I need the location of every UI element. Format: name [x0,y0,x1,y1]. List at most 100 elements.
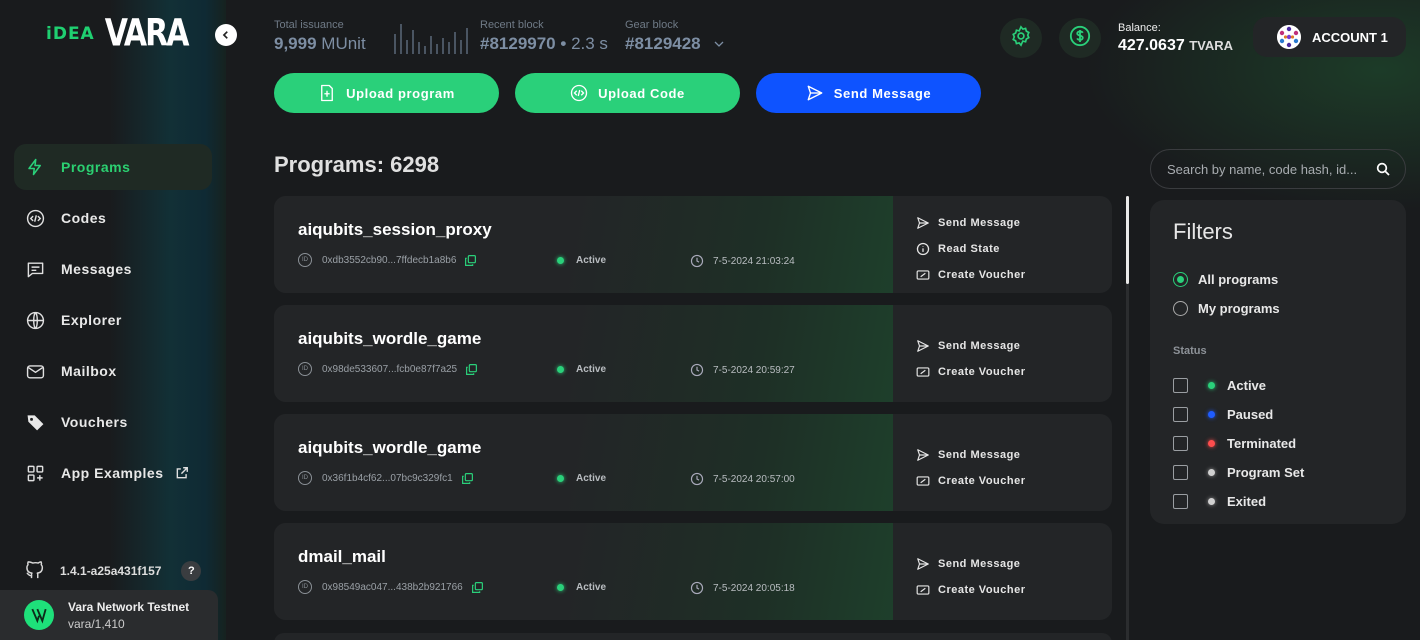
filter-status-active[interactable]: Active [1173,371,1383,400]
program-card-partial[interactable] [274,633,1112,640]
apps-icon [25,463,45,483]
send-message-label: Send Message [833,85,932,101]
program-card[interactable]: aiqubits_wordle_game ID 0x98de533607...f… [274,305,1112,402]
sidebar-collapse-button[interactable] [215,24,237,46]
program-card-main[interactable]: aiqubits_session_proxy ID 0xdb3552cb90..… [274,196,893,293]
status-text: Active [576,582,607,593]
copy-icon[interactable] [464,254,477,267]
network-name: Vara Network Testnet [68,599,190,614]
checkbox-label: Exited [1227,494,1267,509]
filter-status-terminated[interactable]: Terminated [1173,429,1383,458]
app-root: iDEA VARA Programs Codes Messages Explor… [0,0,1420,640]
filter-all-programs[interactable]: All programs [1173,265,1383,294]
program-actions: Send Message Read State Create Voucher [893,196,1112,293]
checkbox[interactable] [1173,436,1188,451]
filter-status-program-set[interactable]: Program Set [1173,458,1383,487]
sidebar-item-mailbox[interactable]: Mailbox [14,348,212,394]
total-issuance: Total issuance 9,999 MUnit [274,19,366,54]
program-card-main[interactable]: aiqubits_wordle_game ID 0x98de533607...f… [274,305,893,402]
get-balance-button[interactable] [1059,18,1101,58]
settings-button[interactable] [1000,18,1042,58]
send-message-button[interactable]: Send Message [756,73,981,113]
read-state-action[interactable]: Read State [916,236,1112,262]
search-icon[interactable] [1375,161,1391,180]
program-card-main[interactable]: dmail_mail ID 0x98549ac047...438b2b92176… [274,523,893,620]
create-voucher-action[interactable]: Create Voucher [916,262,1112,288]
sidebar-item-explorer[interactable]: Explorer [14,297,212,343]
help-badge[interactable]: ? [181,560,202,581]
copy-icon[interactable] [461,472,474,485]
status-text: Active [576,473,607,484]
github-icon[interactable] [24,558,46,583]
lightning-icon [25,157,45,177]
program-card[interactable]: aiqubits_wordle_game ID 0x36f1b4cf62...0… [274,414,1112,511]
search-box[interactable] [1150,149,1406,189]
balance-value: 427.0637 [1118,37,1185,54]
checkbox[interactable] [1173,465,1188,480]
program-card[interactable]: dmail_mail ID 0x98549ac047...438b2b92176… [274,523,1112,620]
checkbox[interactable] [1173,378,1188,393]
logo[interactable]: iDEA VARA [46,12,189,56]
mail-icon [25,361,45,381]
program-timestamp: 7-5-2024 20:05:18 [690,581,795,595]
status-dot [557,366,564,373]
send-message-action[interactable]: Send Message [916,210,1112,236]
copy-icon[interactable] [465,363,478,376]
program-timestamp: 7-5-2024 20:57:00 [690,472,795,486]
send-message-action[interactable]: Send Message [916,551,1112,577]
checkbox[interactable] [1173,407,1188,422]
list-scrollbar-thumb[interactable] [1126,196,1129,284]
program-card-main[interactable]: aiqubits_wordle_game ID 0x36f1b4cf62...0… [274,414,893,511]
create-voucher-action[interactable]: Create Voucher [916,577,1112,603]
sidebar-item-messages[interactable]: Messages [14,246,212,292]
account-button[interactable]: ACCOUNT 1 [1253,17,1406,57]
version-text[interactable]: 1.4.1-a25a431f157 [60,564,161,578]
status-badge: Active [557,255,606,266]
network-switcher[interactable]: Vara Network Testnet vara/1,410 [0,590,218,640]
program-id-text: 0x36f1b4cf62...07bc9c329fc1 [322,472,453,484]
upload-program-button[interactable]: Upload program [274,73,499,113]
filter-status-paused[interactable]: Paused [1173,400,1383,429]
program-id-text: 0x98549ac047...438b2b921766 [322,581,463,593]
status-badge: Active [557,364,606,375]
search-input[interactable] [1167,161,1367,177]
status-dot [1208,411,1215,418]
filter-status-exited[interactable]: Exited [1173,487,1383,516]
sidebar-item-programs[interactable]: Programs [14,144,212,190]
program-id: ID 0x98de533607...fcb0e87f7a25 [298,362,478,376]
sidebar-item-app-examples[interactable]: App Examples [14,450,212,496]
sidebar: iDEA VARA Programs Codes Messages Explor… [0,0,226,640]
upload-code-button[interactable]: Upload Code [515,73,740,113]
copy-icon[interactable] [471,581,484,594]
send-icon [916,448,930,462]
create-voucher-action[interactable]: Create Voucher [916,468,1112,494]
status-dot [557,475,564,482]
total-issuance-value: 9,999 [274,34,317,53]
code-icon [25,208,45,228]
radio-selected[interactable] [1173,272,1188,287]
program-name[interactable]: aiqubits_wordle_game [298,329,481,349]
radio-unselected[interactable] [1173,301,1188,316]
sidebar-item-vouchers[interactable]: Vouchers [14,399,212,445]
program-card[interactable]: aiqubits_session_proxy ID 0xdb3552cb90..… [274,196,1112,293]
timestamp-text: 7-5-2024 20:05:18 [713,582,795,594]
status-dot [1208,469,1215,476]
send-message-action[interactable]: Send Message [916,442,1112,468]
action-label: Send Message [938,340,1021,352]
send-message-action[interactable]: Send Message [916,333,1112,359]
checkbox[interactable] [1173,494,1188,509]
page-title: Programs: 6298 [274,152,440,177]
sidebar-item-codes[interactable]: Codes [14,195,212,241]
program-name[interactable]: aiqubits_session_proxy [298,220,492,240]
program-id-text: 0xdb3552cb90...7ffdecb1a8b6 [322,254,457,266]
total-issuance-label: Total issuance [274,19,344,31]
send-icon [806,84,824,102]
program-id: ID 0x98549ac047...438b2b921766 [298,580,484,594]
status-dot [557,584,564,591]
filter-my-programs[interactable]: My programs [1173,294,1383,323]
program-name[interactable]: dmail_mail [298,547,386,567]
create-voucher-action[interactable]: Create Voucher [916,359,1112,385]
program-name[interactable]: aiqubits_wordle_game [298,438,481,458]
gear-block[interactable]: Gear block #8129428 [625,19,725,55]
program-actions: Send Message Create Voucher [893,305,1112,402]
